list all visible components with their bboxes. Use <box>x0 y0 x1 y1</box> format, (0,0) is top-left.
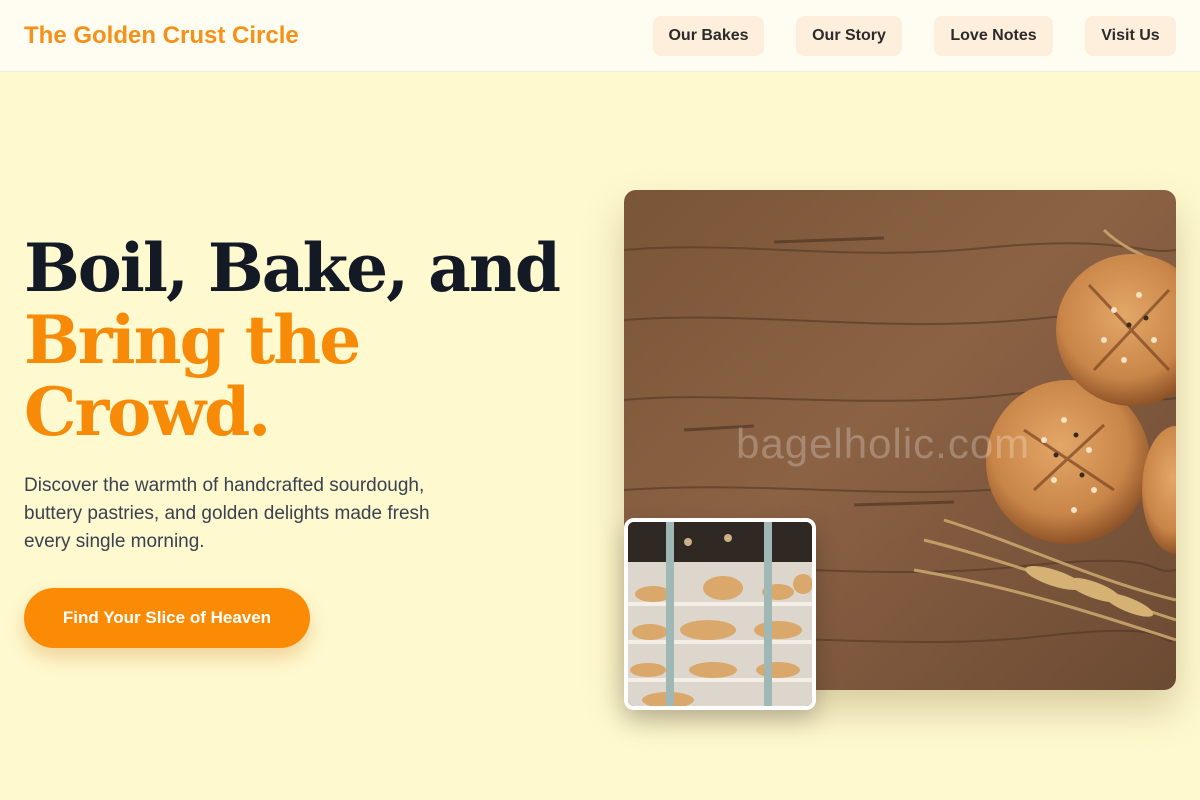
hero-title-line-3: Crowd. <box>24 373 271 451</box>
brand-logo[interactable]: The Golden Crust Circle <box>24 20 299 52</box>
nav-our-story[interactable]: Our Story <box>796 16 902 56</box>
cta-button[interactable]: Find Your Slice of Heaven <box>24 588 310 648</box>
bakery-display-image <box>624 518 816 710</box>
image-watermark: bagelholic.com <box>736 420 1031 467</box>
top-navbar: The Golden Crust Circle Our Bakes Our St… <box>0 0 1200 72</box>
nav-love-notes[interactable]: Love Notes <box>934 16 1053 56</box>
nav-our-bakes[interactable]: Our Bakes <box>653 16 764 56</box>
hero-title-line-1: Boil, Bake, and <box>24 229 561 307</box>
hero-description: Discover the warmth of handcrafted sourd… <box>24 475 430 552</box>
hero-title-line-2: Bring the <box>24 301 361 379</box>
nav-visit-us[interactable]: Visit Us <box>1085 16 1176 56</box>
hero-title: Boil, Bake, and Bring the Crowd. <box>24 232 584 448</box>
